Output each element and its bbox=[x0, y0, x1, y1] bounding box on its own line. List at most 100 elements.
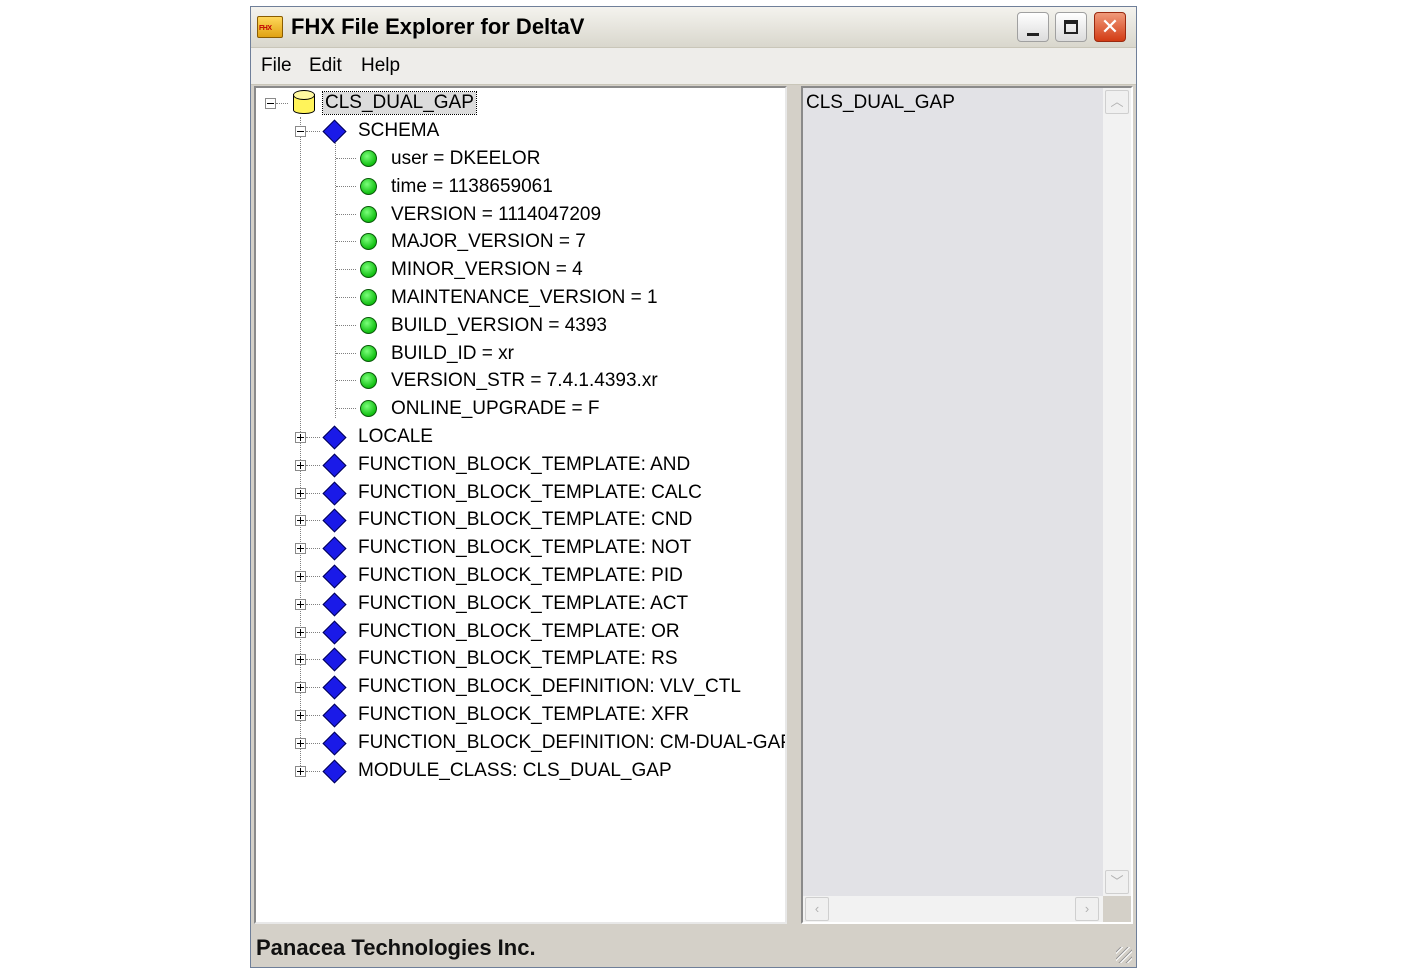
tree-property-item[interactable]: MINOR_VERSION = 4 bbox=[391, 259, 583, 281]
property-dot-icon bbox=[360, 205, 377, 223]
diamond-icon bbox=[322, 453, 347, 478]
tree-connector bbox=[306, 603, 320, 605]
schema-collapse-toggle[interactable] bbox=[295, 126, 306, 137]
property-dot-icon bbox=[360, 372, 377, 390]
status-text: Panacea Technologies Inc. bbox=[256, 935, 536, 960]
expand-toggle[interactable] bbox=[295, 459, 306, 471]
tree-connector bbox=[336, 297, 356, 298]
menu-file[interactable]: File bbox=[261, 55, 292, 77]
tree-connector bbox=[306, 659, 320, 661]
tree-connector bbox=[306, 576, 320, 577]
tree-connector bbox=[336, 324, 356, 326]
database-icon bbox=[293, 90, 315, 114]
expand-toggle[interactable] bbox=[295, 737, 306, 749]
tree-node[interactable]: FUNCTION_BLOCK_TEMPLATE: OR bbox=[358, 621, 680, 643]
tree-connector bbox=[306, 631, 320, 633]
tree-node[interactable]: FUNCTION_BLOCK_DEFINITION: VLV_CTL bbox=[358, 676, 741, 698]
tree-property-item[interactable]: MAINTENANCE_VERSION = 1 bbox=[391, 287, 658, 309]
scroll-right-button[interactable]: › bbox=[1075, 897, 1099, 921]
property-dot-icon bbox=[360, 233, 377, 251]
diamond-icon bbox=[322, 647, 347, 672]
tree-connector bbox=[335, 140, 336, 418]
diamond-icon bbox=[322, 731, 347, 756]
tree-property-item[interactable]: ONLINE_UPGRADE = F bbox=[391, 398, 600, 420]
tree-property-item[interactable]: BUILD_ID = xr bbox=[391, 343, 514, 365]
tree-node[interactable]: FUNCTION_BLOCK_TEMPLATE: CALC bbox=[358, 482, 702, 504]
tree-connector bbox=[306, 492, 320, 494]
tree-property-item[interactable]: VERSION_STR = 7.4.1.4393.xr bbox=[391, 370, 658, 392]
tree-connector bbox=[306, 520, 320, 522]
tree-property-item[interactable]: MAJOR_VERSION = 7 bbox=[391, 231, 586, 253]
title-bar[interactable]: FHX FHX File Explorer for DeltaV ✕ bbox=[251, 7, 1136, 48]
tree-connector bbox=[306, 464, 320, 466]
diamond-icon bbox=[322, 481, 347, 506]
diamond-icon bbox=[322, 620, 347, 645]
tree-connector bbox=[300, 132, 301, 772]
expand-toggle[interactable] bbox=[295, 654, 306, 666]
menu-bar: File Edit Help bbox=[251, 48, 1136, 85]
tree-connector bbox=[306, 715, 320, 716]
vertical-scrollbar[interactable]: ︿ ﹀ bbox=[1103, 88, 1131, 896]
tree-root-label[interactable]: CLS_DUAL_GAP bbox=[322, 91, 477, 115]
menu-help[interactable]: Help bbox=[361, 55, 400, 77]
tree-node[interactable]: LOCALE bbox=[358, 426, 433, 448]
tree-node[interactable]: FUNCTION_BLOCK_TEMPLATE: RS bbox=[358, 648, 678, 670]
maximize-button[interactable] bbox=[1055, 12, 1087, 42]
tree-node[interactable]: FUNCTION_BLOCK_TEMPLATE: PID bbox=[358, 565, 683, 587]
expand-toggle[interactable] bbox=[295, 710, 306, 721]
tree-property-item[interactable]: VERSION = 1114047209 bbox=[391, 204, 601, 226]
close-button[interactable]: ✕ bbox=[1094, 12, 1126, 42]
detail-text: CLS_DUAL_GAP bbox=[806, 92, 955, 113]
tree-node[interactable]: FUNCTION_BLOCK_DEFINITION: CM-DUAL-GAP bbox=[358, 732, 785, 754]
menu-edit[interactable]: Edit bbox=[309, 55, 342, 77]
detail-pane: CLS_DUAL_GAP ︿ ﹀ ‹ › bbox=[801, 86, 1133, 924]
tree-node[interactable]: MODULE_CLASS: CLS_DUAL_GAP bbox=[358, 760, 672, 782]
tree-property-item[interactable]: time = 1138659061 bbox=[391, 176, 553, 198]
expand-toggle[interactable] bbox=[295, 487, 306, 499]
scroll-down-button[interactable]: ﹀ bbox=[1105, 870, 1129, 894]
tree-connector bbox=[306, 742, 320, 744]
tree-node[interactable]: FUNCTION_BLOCK_TEMPLATE: NOT bbox=[358, 537, 691, 559]
tree-view[interactable]: CLS_DUAL_GAP SCHEMA user = DKEELOR time =… bbox=[254, 86, 787, 924]
tree-connector bbox=[306, 437, 320, 438]
expand-toggle[interactable] bbox=[295, 682, 306, 694]
expand-toggle[interactable] bbox=[295, 515, 306, 527]
tree-node[interactable]: FUNCTION_BLOCK_TEMPLATE: XFR bbox=[358, 704, 689, 726]
tree-connector bbox=[306, 770, 320, 772]
tree-node[interactable]: FUNCTION_BLOCK_TEMPLATE: ACT bbox=[358, 593, 688, 615]
scroll-left-button[interactable]: ‹ bbox=[805, 897, 829, 921]
minimize-icon bbox=[1027, 33, 1039, 36]
horizontal-scrollbar[interactable]: ‹ › bbox=[803, 896, 1103, 922]
fhx-app-icon: FHX bbox=[257, 16, 283, 38]
tree-connector bbox=[276, 103, 288, 104]
tree-node-schema[interactable]: SCHEMA bbox=[358, 120, 439, 142]
tree-connector bbox=[306, 687, 320, 689]
tree-property-item[interactable]: user = DKEELOR bbox=[391, 148, 540, 170]
tree-connector bbox=[306, 131, 320, 132]
tree-connector bbox=[336, 352, 356, 354]
tree-connector bbox=[336, 408, 356, 410]
tree-node[interactable]: FUNCTION_BLOCK_TEMPLATE: AND bbox=[358, 454, 690, 476]
diamond-icon bbox=[322, 536, 347, 561]
resize-grip-icon[interactable] bbox=[1116, 947, 1132, 963]
diamond-icon bbox=[322, 119, 347, 144]
expand-toggle[interactable] bbox=[295, 432, 306, 443]
expand-toggle[interactable] bbox=[295, 598, 306, 610]
diamond-icon bbox=[322, 759, 347, 784]
root-collapse-toggle[interactable] bbox=[265, 98, 276, 109]
tree-node[interactable]: FUNCTION_BLOCK_TEMPLATE: CND bbox=[358, 509, 692, 531]
property-dot-icon bbox=[360, 344, 377, 362]
expand-toggle[interactable] bbox=[295, 765, 306, 777]
expand-toggle[interactable] bbox=[295, 543, 306, 555]
close-icon: ✕ bbox=[1100, 14, 1120, 39]
property-dot-icon bbox=[360, 400, 377, 418]
status-bar: Panacea Technologies Inc. bbox=[251, 929, 1136, 967]
expand-toggle[interactable] bbox=[295, 626, 306, 638]
tree-connector bbox=[306, 548, 320, 550]
scroll-up-button[interactable]: ︿ bbox=[1105, 90, 1129, 114]
expand-toggle[interactable] bbox=[295, 571, 306, 582]
diamond-icon bbox=[322, 675, 347, 700]
minimize-button[interactable] bbox=[1017, 12, 1049, 42]
tree-property-item[interactable]: BUILD_VERSION = 4393 bbox=[391, 315, 607, 337]
diamond-icon bbox=[322, 703, 347, 728]
